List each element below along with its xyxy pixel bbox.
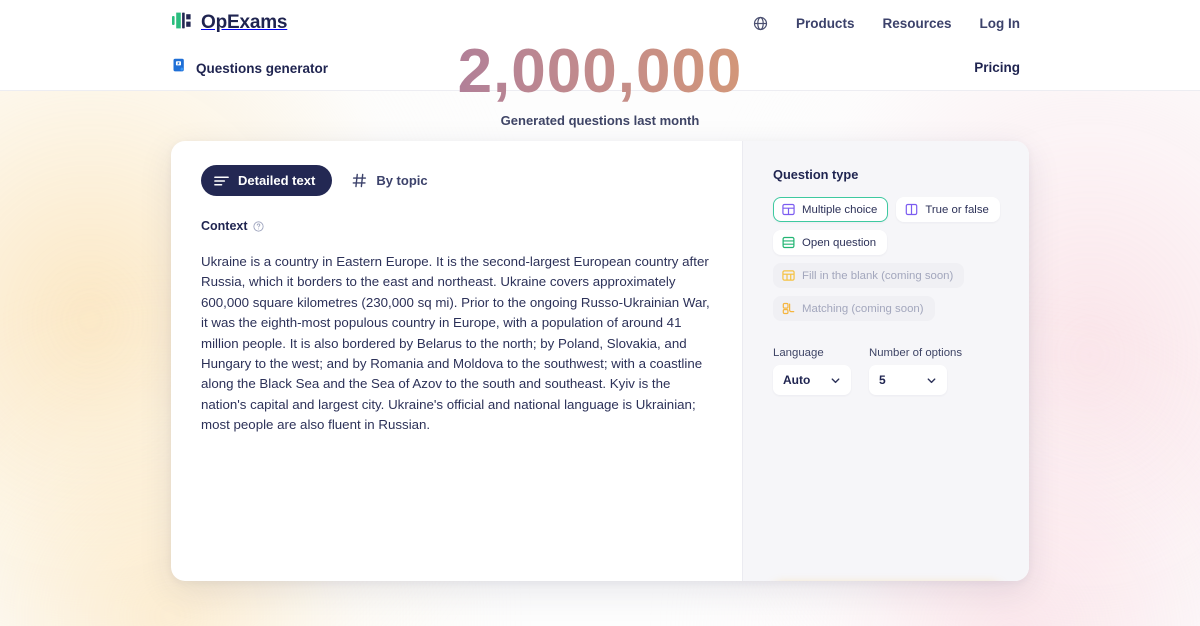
generation-settings: Language Auto Number of options 5 xyxy=(773,347,1001,395)
context-label: Context xyxy=(201,219,248,233)
tab-detailed-text[interactable]: Detailed text xyxy=(201,165,333,196)
chevron-down-icon xyxy=(926,375,937,386)
generated-questions-caption: Generated questions last month xyxy=(500,113,700,128)
settings-panel: Question type Multiple choice True or fa… xyxy=(742,141,1029,581)
grid-icon xyxy=(782,203,795,216)
nav-link-resources[interactable]: Resources xyxy=(882,16,951,31)
question-type-options: Multiple choice True or false Open quest… xyxy=(773,197,1001,321)
matching-icon xyxy=(782,302,795,315)
language-value: Auto xyxy=(783,373,811,387)
input-mode-tabs: Detailed text By topic xyxy=(201,165,712,196)
language-field: Language Auto xyxy=(773,347,851,395)
tab-by-topic-label: By topic xyxy=(376,173,428,188)
question-type-fill-in-the-blank-label: Fill in the blank (coming soon) xyxy=(802,269,954,282)
question-type-multiple-choice-label: Multiple choice xyxy=(802,203,878,216)
context-input[interactable] xyxy=(201,252,711,552)
nav-link-login[interactable]: Log In xyxy=(980,16,1021,31)
tab-by-topic[interactable]: By topic xyxy=(348,165,431,196)
number-of-options-label: Number of options xyxy=(869,347,963,359)
question-type-open-question[interactable]: Open question xyxy=(773,230,888,255)
columns-icon xyxy=(905,203,918,216)
number-of-options-select[interactable]: 5 xyxy=(869,365,947,395)
globe-icon[interactable] xyxy=(753,16,768,31)
tab-detailed-text-label: Detailed text xyxy=(238,173,316,188)
question-type-true-or-false-label: True or false xyxy=(925,203,989,216)
brand-name: OpExams xyxy=(201,12,288,33)
lines-icon xyxy=(214,175,229,187)
number-of-options-field: Number of options 5 xyxy=(869,347,962,395)
number-of-options-value: 5 xyxy=(879,373,886,387)
top-nav-links: Products Resources Log In xyxy=(753,16,1020,31)
language-select[interactable]: Auto xyxy=(773,365,851,395)
question-type-matching: Matching (coming soon) xyxy=(773,296,935,321)
generator-card: Detailed text By topic Context Ukraine i… xyxy=(171,141,1029,581)
language-label: Language xyxy=(773,347,824,359)
question-type-fill-in-the-blank: Fill in the blank (coming soon) xyxy=(773,263,965,288)
nav-link-products[interactable]: Products xyxy=(796,16,855,31)
brand-logo-link[interactable]: OpExams xyxy=(172,12,287,34)
question-type-label: Question type xyxy=(773,167,859,182)
question-type-true-or-false[interactable]: True or false xyxy=(896,197,1000,222)
question-type-open-question-label: Open question xyxy=(802,236,877,249)
opexams-logo-icon xyxy=(172,12,193,34)
hash-icon xyxy=(352,173,367,188)
context-header: Context xyxy=(201,219,712,233)
help-circle-icon[interactable] xyxy=(252,220,264,232)
blank-grid-icon xyxy=(782,269,795,282)
question-type-multiple-choice[interactable]: Multiple choice xyxy=(773,197,889,222)
chevron-down-icon xyxy=(830,375,841,386)
hero-stats: 2,000,000 Generated questions last month xyxy=(0,41,1200,129)
editor-panel: Detailed text By topic Context xyxy=(171,141,742,581)
question-type-matching-label: Matching (coming soon) xyxy=(802,302,924,315)
page-root: OpExams Products Resources Log In 2,000,… xyxy=(0,0,1200,581)
generated-questions-count: 2,000,000 xyxy=(0,41,1200,103)
rows-icon xyxy=(782,236,795,249)
